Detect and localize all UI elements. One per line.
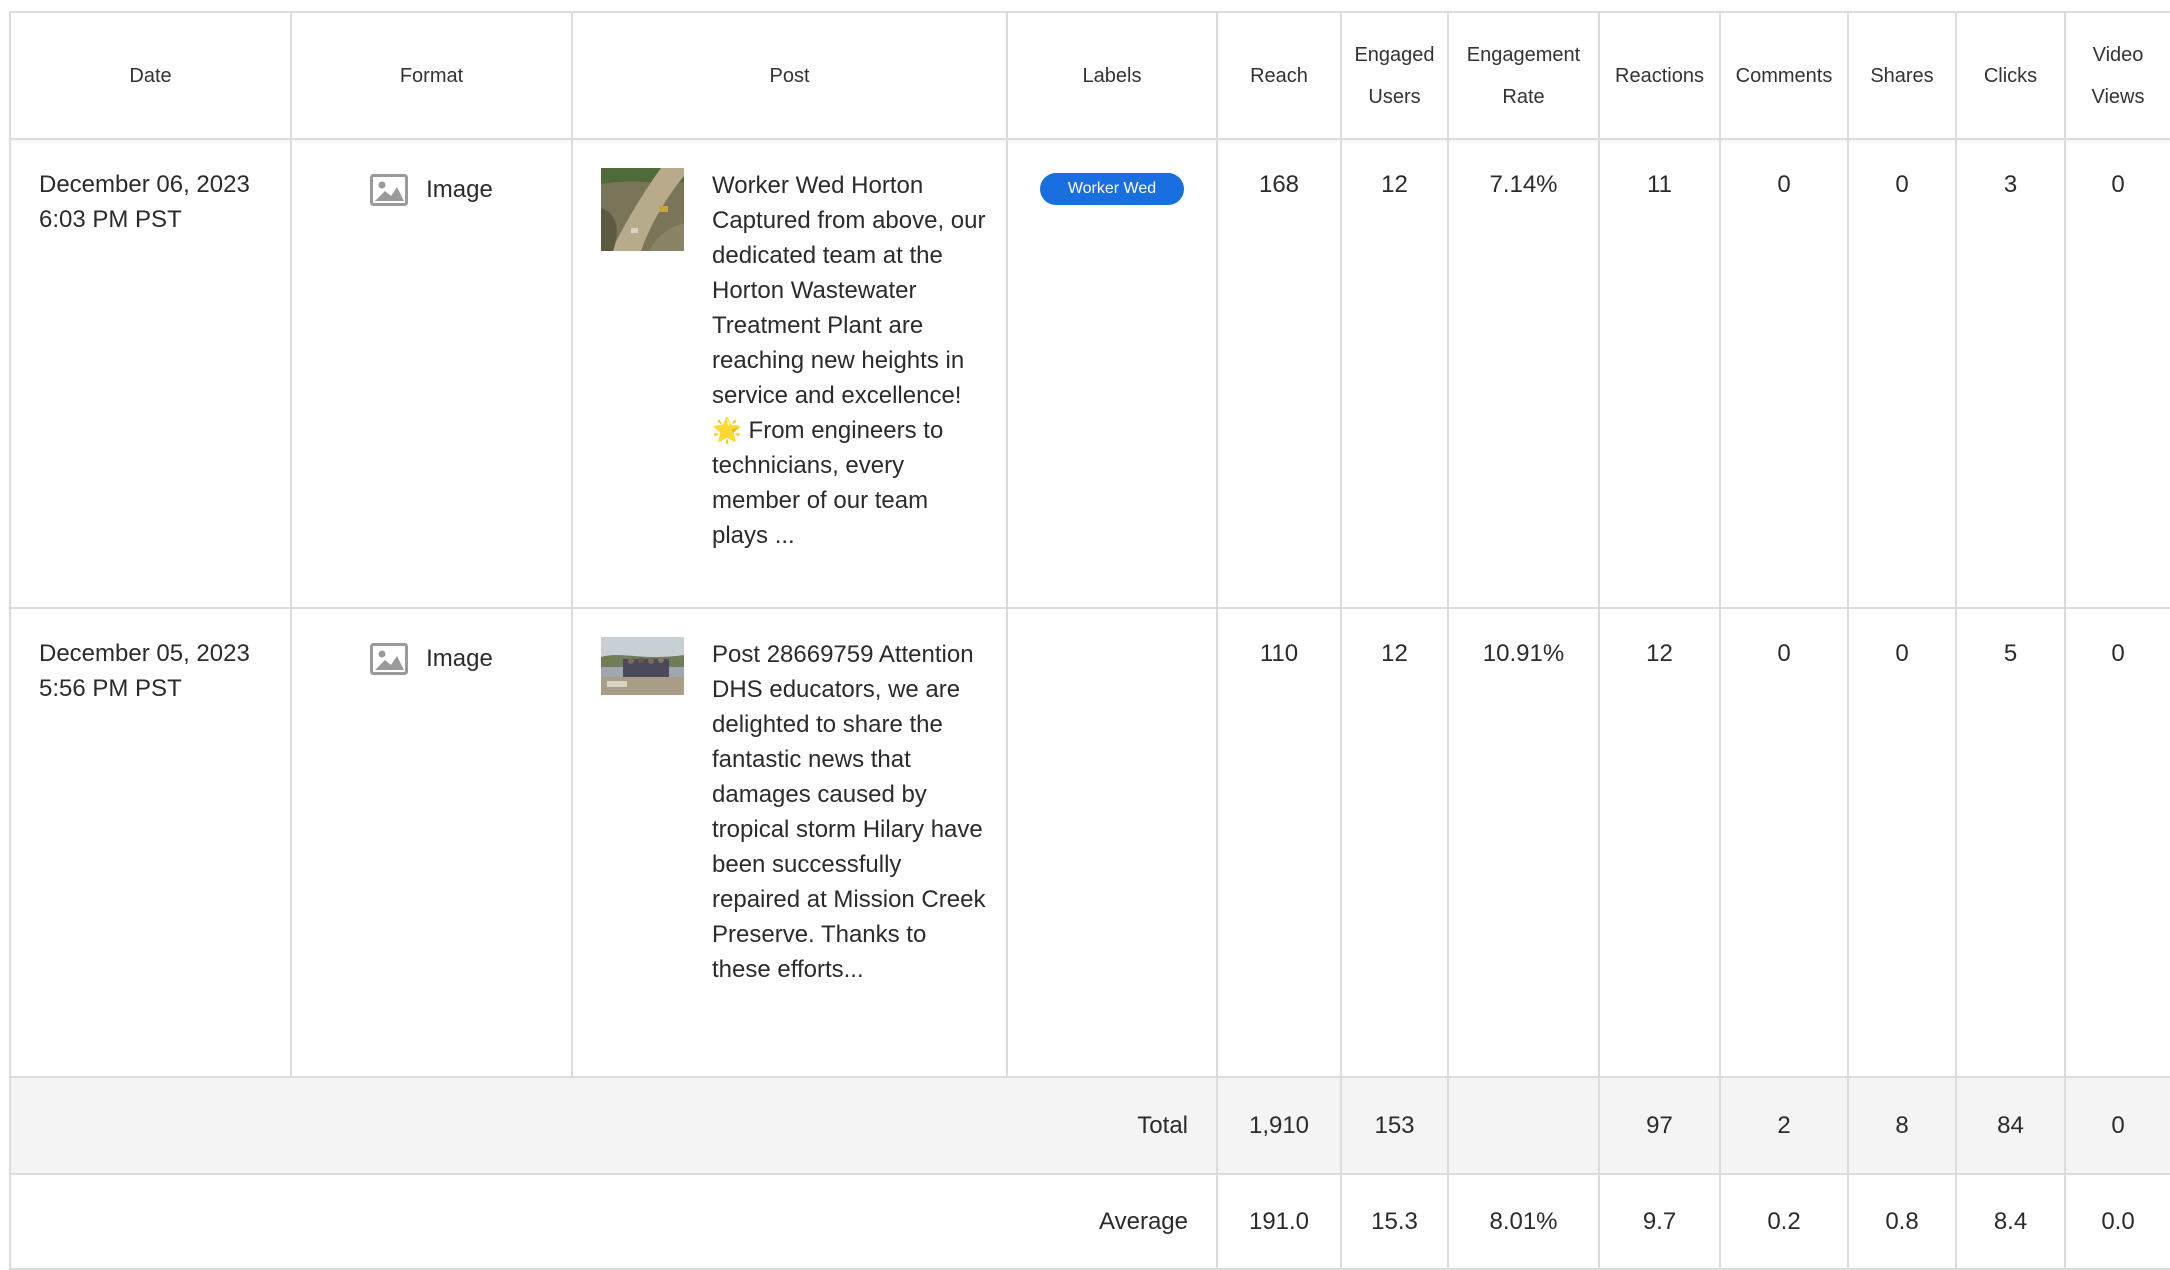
engaged-users-value: 12 (1340, 138, 1449, 609)
comments-value: 0 (1719, 607, 1849, 1078)
comments-value: 0 (1719, 138, 1849, 609)
engagement-rate-value: 10.91% (1447, 607, 1600, 1078)
post-date-time: 6:03 PM PST (39, 206, 182, 233)
total-engaged-users: 153 (1340, 1076, 1449, 1175)
post-text[interactable]: Worker Wed Horton Captured from above, o… (712, 168, 986, 553)
header-row: Date Format Post Labels Reach Engaged Use… (9, 11, 2170, 140)
post-format-label: Image (426, 176, 493, 203)
average-label: Average (9, 1173, 1218, 1270)
header-video-views-line2: Views (2091, 85, 2145, 108)
image-icon (370, 642, 409, 675)
header-video-views[interactable]: Video Views (2064, 11, 2170, 140)
reach-value: 168 (1216, 138, 1342, 609)
total-engagement-rate (1447, 1076, 1600, 1175)
post-format: Image (290, 607, 573, 1078)
post-format: Image (290, 138, 573, 609)
label-badge[interactable]: Worker Wed (1039, 173, 1185, 205)
post-thumbnail[interactable] (601, 168, 684, 553)
total-comments: 2 (1719, 1076, 1849, 1175)
header-video-views-line1: Video (2092, 43, 2144, 66)
post-cell: Worker Wed Horton Captured from above, o… (571, 138, 1008, 609)
header-engaged-users[interactable]: Engaged Users (1340, 11, 1449, 140)
post-date-day: December 06, 2023 (39, 171, 250, 198)
header-clicks[interactable]: Clicks (1955, 11, 2066, 140)
video-views-value: 0 (2064, 607, 2170, 1078)
total-video-views: 0 (2064, 1076, 2170, 1175)
clicks-value: 5 (1955, 607, 2066, 1078)
post-date-time: 5:56 PM PST (39, 675, 182, 702)
video-views-value: 0 (2064, 138, 2170, 609)
header-engaged-users-line2: Users (1368, 85, 1421, 108)
post-report: Date Format Post Labels Reach Engaged Use… (9, 11, 2170, 1270)
header-engagement-rate-line1: Engagement (1466, 43, 1581, 66)
reactions-value: 12 (1598, 607, 1721, 1078)
reactions-value: 11 (1598, 138, 1721, 609)
header-date[interactable]: Date (9, 11, 292, 140)
post-date-day: December 05, 2023 (39, 640, 250, 667)
total-reactions: 97 (1598, 1076, 1721, 1175)
average-engaged-users: 15.3 (1340, 1173, 1449, 1270)
post-labels: Worker Wed (1006, 138, 1218, 609)
post-cell: Post 28669759 Attention DHS educators, w… (571, 607, 1008, 1078)
header-engaged-users-line1: Engaged (1354, 43, 1435, 66)
header-engagement-rate[interactable]: Engagement Rate (1447, 11, 1600, 140)
post-text[interactable]: Post 28669759 Attention DHS educators, w… (712, 637, 986, 987)
table-row: December 05, 2023 5:56 PM PST Image Post… (9, 607, 2170, 1078)
average-reach: 191.0 (1216, 1173, 1342, 1270)
clicks-value: 3 (1955, 138, 2066, 609)
post-performance-table: Date Format Post Labels Reach Engaged Use… (9, 11, 2170, 1270)
post-date: December 05, 2023 5:56 PM PST (9, 607, 292, 1078)
average-video-views: 0.0 (2064, 1173, 2170, 1270)
post-format-label: Image (426, 645, 493, 672)
total-reach: 1,910 (1216, 1076, 1342, 1175)
total-label: Total (9, 1076, 1218, 1175)
image-icon (370, 173, 409, 206)
table-row: December 06, 2023 6:03 PM PST Image Work… (9, 138, 2170, 609)
header-labels[interactable]: Labels (1006, 11, 1218, 140)
average-shares: 0.8 (1847, 1173, 1957, 1270)
header-shares[interactable]: Shares (1847, 11, 1957, 140)
post-date: December 06, 2023 6:03 PM PST (9, 138, 292, 609)
engaged-users-value: 12 (1340, 607, 1449, 1078)
average-engagement-rate: 8.01% (1447, 1173, 1600, 1270)
average-clicks: 8.4 (1955, 1173, 2066, 1270)
average-reactions: 9.7 (1598, 1173, 1721, 1270)
total-row: Total 1,910 153 97 2 8 84 0 (9, 1076, 2170, 1175)
reach-value: 110 (1216, 607, 1342, 1078)
shares-value: 0 (1847, 607, 1957, 1078)
average-comments: 0.2 (1719, 1173, 1849, 1270)
post-thumbnail[interactable] (601, 637, 684, 987)
header-comments[interactable]: Comments (1719, 11, 1849, 140)
header-post[interactable]: Post (571, 11, 1008, 140)
total-clicks: 84 (1955, 1076, 2066, 1175)
header-engagement-rate-line2: Rate (1502, 85, 1545, 108)
header-reactions[interactable]: Reactions (1598, 11, 1721, 140)
total-shares: 8 (1847, 1076, 1957, 1175)
header-format[interactable]: Format (290, 11, 573, 140)
average-row: Average 191.0 15.3 8.01% 9.7 0.2 0.8 8.4… (9, 1173, 2170, 1270)
shares-value: 0 (1847, 138, 1957, 609)
header-reach[interactable]: Reach (1216, 11, 1342, 140)
engagement-rate-value: 7.14% (1447, 138, 1600, 609)
post-labels (1006, 607, 1218, 1078)
